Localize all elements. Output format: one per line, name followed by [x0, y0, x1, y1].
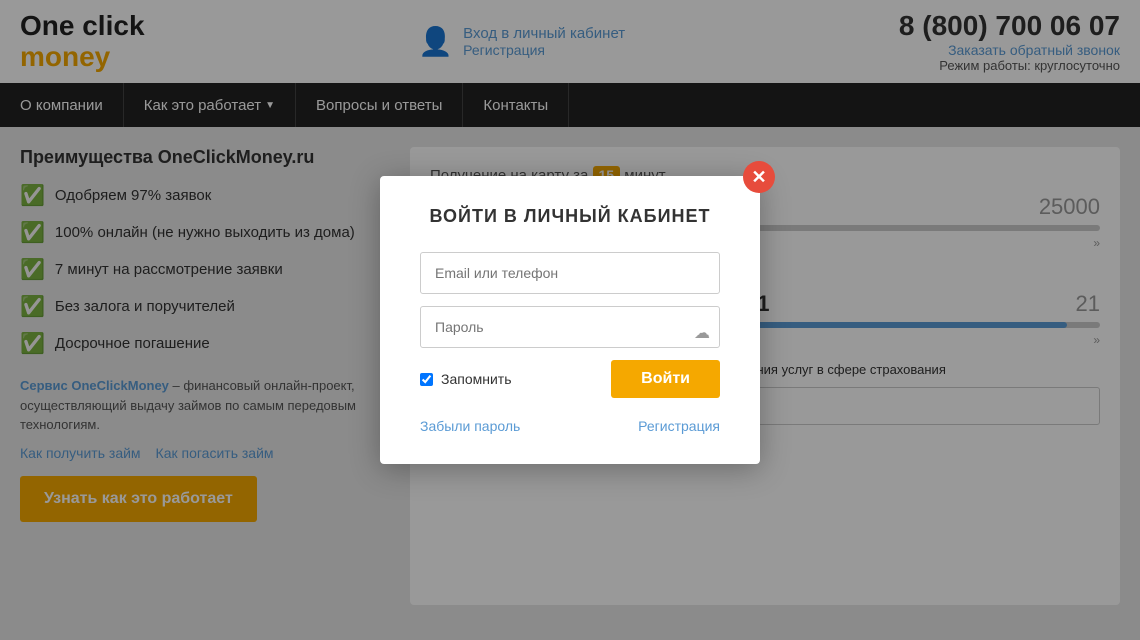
remember-label: Запомнить	[441, 371, 512, 387]
eye-icon: ☁	[694, 323, 710, 343]
modal-links: Забыли пароль Регистрация	[420, 418, 720, 434]
modal-register-link[interactable]: Регистрация	[638, 418, 720, 434]
remember-checkbox[interactable]	[420, 373, 433, 386]
remember-left: Запомнить	[420, 371, 512, 387]
password-row: ☁	[420, 306, 720, 360]
modal-title: ВОЙТИ В ЛИЧНЫЙ КАБИНЕТ	[420, 206, 720, 227]
forgot-password-link[interactable]: Забыли пароль	[420, 418, 520, 434]
remember-row: Запомнить Войти	[420, 360, 720, 398]
modal-overlay[interactable]: ✕ ВОЙТИ В ЛИЧНЫЙ КАБИНЕТ ☁ Запомнить Вой…	[0, 0, 1140, 640]
login-modal: ✕ ВОЙТИ В ЛИЧНЫЙ КАБИНЕТ ☁ Запомнить Вой…	[380, 176, 760, 464]
email-field[interactable]	[420, 252, 720, 294]
login-button[interactable]: Войти	[611, 360, 720, 398]
close-button[interactable]: ✕	[743, 161, 775, 193]
password-field[interactable]	[420, 306, 720, 348]
